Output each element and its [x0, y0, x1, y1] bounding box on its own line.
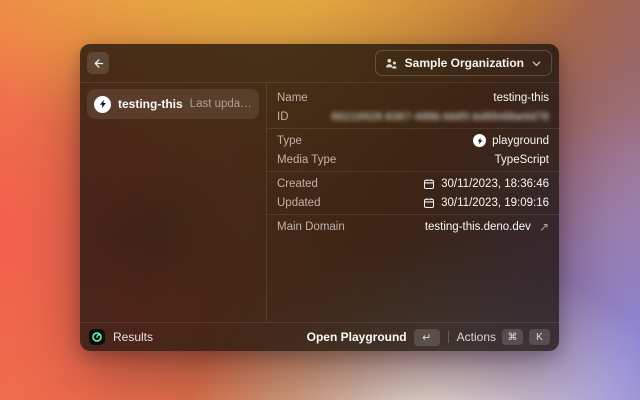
results-sidebar: testing-this Last update: 2 mo… [80, 83, 267, 322]
field-value: 30/11/2023, 19:09:16 [423, 197, 549, 209]
field-label: ID [277, 111, 289, 123]
detail-row-name: Name testing-this [267, 88, 559, 107]
lightning-icon [94, 96, 111, 113]
back-arrow-icon [92, 57, 105, 70]
details-group-identity: Name testing-this ID 86219928-8367-488b-… [267, 86, 559, 129]
field-value: TypeScript [495, 154, 549, 166]
deno-logo-icon [89, 329, 105, 345]
main-domain-link[interactable]: testing-this.deno.dev ↗ [425, 220, 549, 234]
detail-row-created: Created 30/11/2023, 18:36:46 [267, 174, 559, 193]
enter-key-icon: ↵ [414, 329, 440, 346]
detail-row-updated: Updated 30/11/2023, 19:09:16 [267, 193, 559, 212]
organization-name: Sample Organization [405, 56, 524, 70]
organization-switcher[interactable]: Sample Organization [375, 50, 552, 76]
project-details-modal: Sample Organization testing-this Last up… [80, 44, 559, 351]
project-last-update: Last update: 2 mo… [190, 98, 252, 110]
calendar-icon [423, 197, 435, 209]
detail-row-media-type: Media Type TypeScript [267, 150, 559, 169]
field-label: Name [277, 92, 308, 104]
modal-body: testing-this Last update: 2 mo… Name tes… [80, 83, 559, 322]
external-link-arrow-icon: ↗ [539, 220, 549, 234]
organization-people-icon [385, 57, 398, 70]
field-value: playground [473, 134, 549, 147]
k-key-icon: K [529, 329, 550, 345]
back-button[interactable] [87, 52, 109, 74]
details-group-dates: Created 30/11/2023, 18:36:46 Updated [267, 172, 559, 215]
field-label: Media Type [277, 154, 336, 166]
details-group-type: Type playground Media Type TypeScript [267, 129, 559, 172]
field-label: Created [277, 178, 318, 190]
calendar-icon [423, 178, 435, 190]
results-label: Results [113, 330, 153, 344]
lightning-circle-icon [473, 134, 486, 147]
details-panel: Name testing-this ID 86219928-8367-488b-… [267, 83, 559, 322]
field-value-redacted: 86219928-8367-488b-bb85-bd8948be6d78 [331, 111, 549, 123]
command-key-icon: ⌘ [502, 329, 523, 345]
modal-footer: Results Open Playground ↵ Actions ⌘ K [80, 322, 559, 351]
actions-button[interactable]: Actions ⌘ K [457, 329, 550, 345]
detail-row-type: Type playground [267, 131, 559, 150]
chevron-down-icon [531, 58, 542, 69]
sidebar-item-testing-this[interactable]: testing-this Last update: 2 mo… [87, 89, 259, 119]
field-label: Type [277, 135, 302, 147]
footer-divider [448, 331, 449, 343]
field-value: testing-this [493, 92, 549, 104]
open-playground-button[interactable]: Open Playground ↵ [307, 329, 440, 346]
field-label: Updated [277, 197, 320, 209]
field-label: Main Domain [277, 221, 345, 233]
modal-header: Sample Organization [80, 44, 559, 83]
detail-row-id: ID 86219928-8367-488b-bb85-bd8948be6d78 [267, 107, 559, 126]
details-group-domain: Main Domain testing-this.deno.dev ↗ [267, 215, 559, 238]
field-value: 30/11/2023, 18:36:46 [423, 178, 549, 190]
project-title: testing-this [118, 97, 183, 111]
detail-row-main-domain: Main Domain testing-this.deno.dev ↗ [267, 217, 559, 236]
